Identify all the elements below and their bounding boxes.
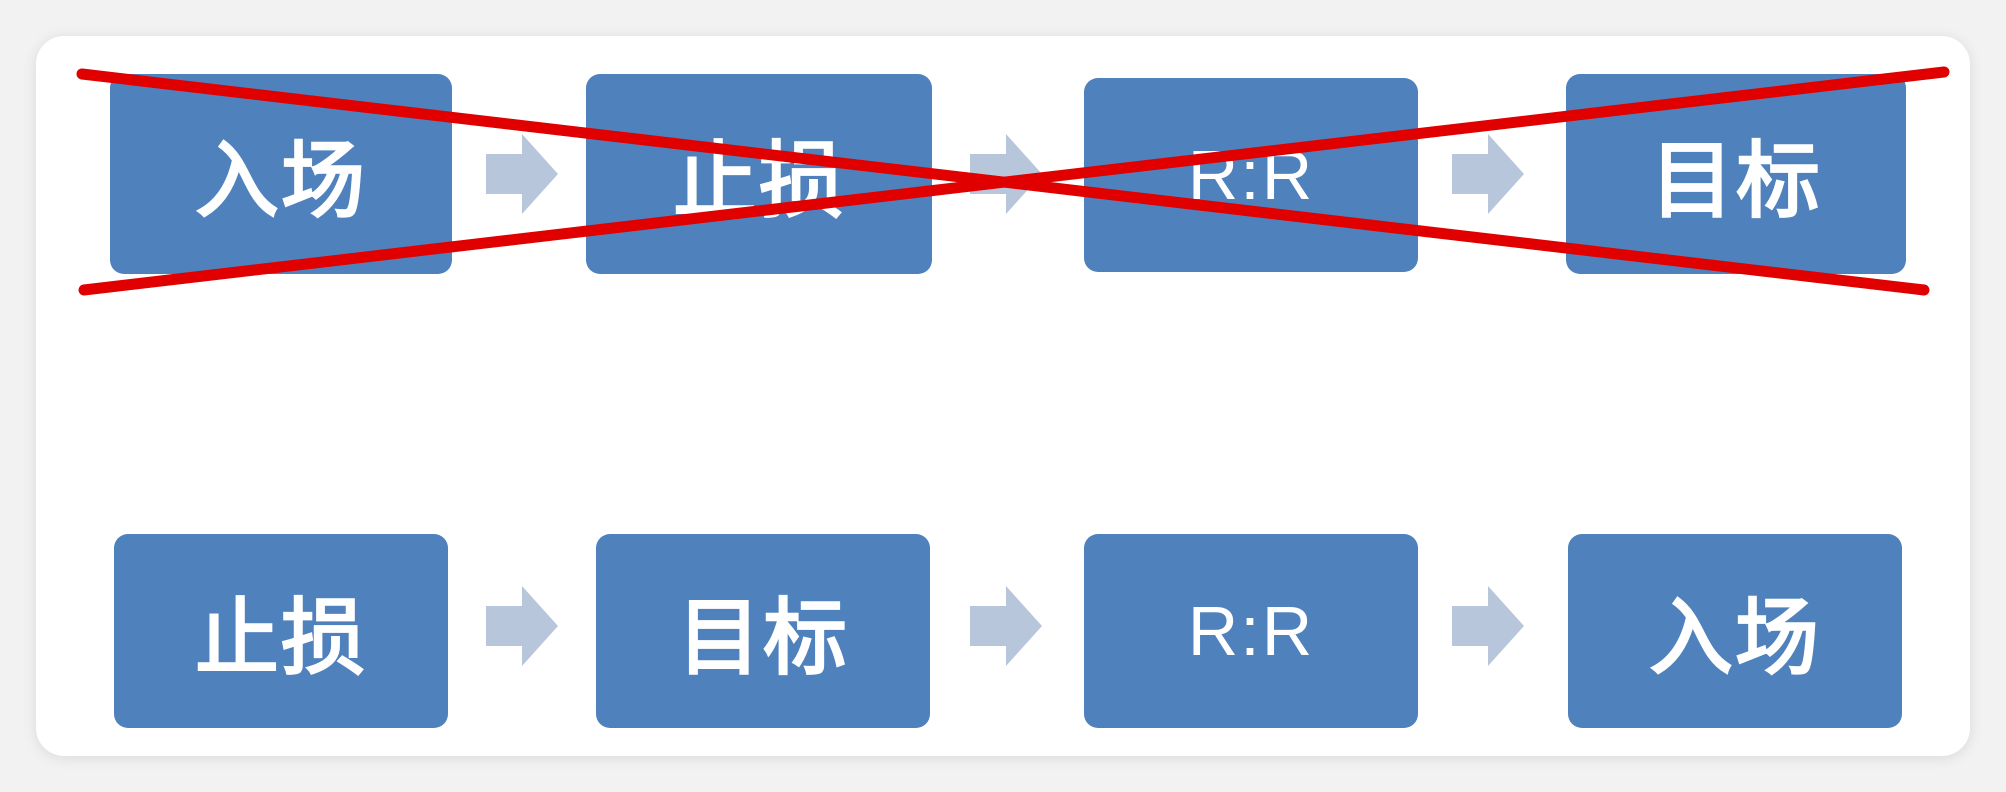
top-step-2: 止损: [586, 74, 932, 274]
bottom-step-1: 止损: [114, 534, 448, 728]
top-step-3: R:R: [1084, 78, 1418, 272]
top-arrow-1-icon: [486, 134, 558, 214]
bottom-step-3: R:R: [1084, 534, 1418, 728]
diagram-canvas: 入场 止损 R:R 目标 止损 目标 R:R 入场: [36, 36, 1970, 756]
top-step-4: 目标: [1566, 74, 1906, 274]
top-step-1: 入场: [110, 74, 452, 274]
bottom-step-4: 入场: [1568, 534, 1902, 728]
top-arrow-2-icon: [970, 134, 1042, 214]
top-arrow-3-icon: [1452, 134, 1524, 214]
bottom-arrow-2-icon: [970, 586, 1042, 666]
bottom-step-2: 目标: [596, 534, 930, 728]
bottom-arrow-3-icon: [1452, 586, 1524, 666]
bottom-arrow-1-icon: [486, 586, 558, 666]
